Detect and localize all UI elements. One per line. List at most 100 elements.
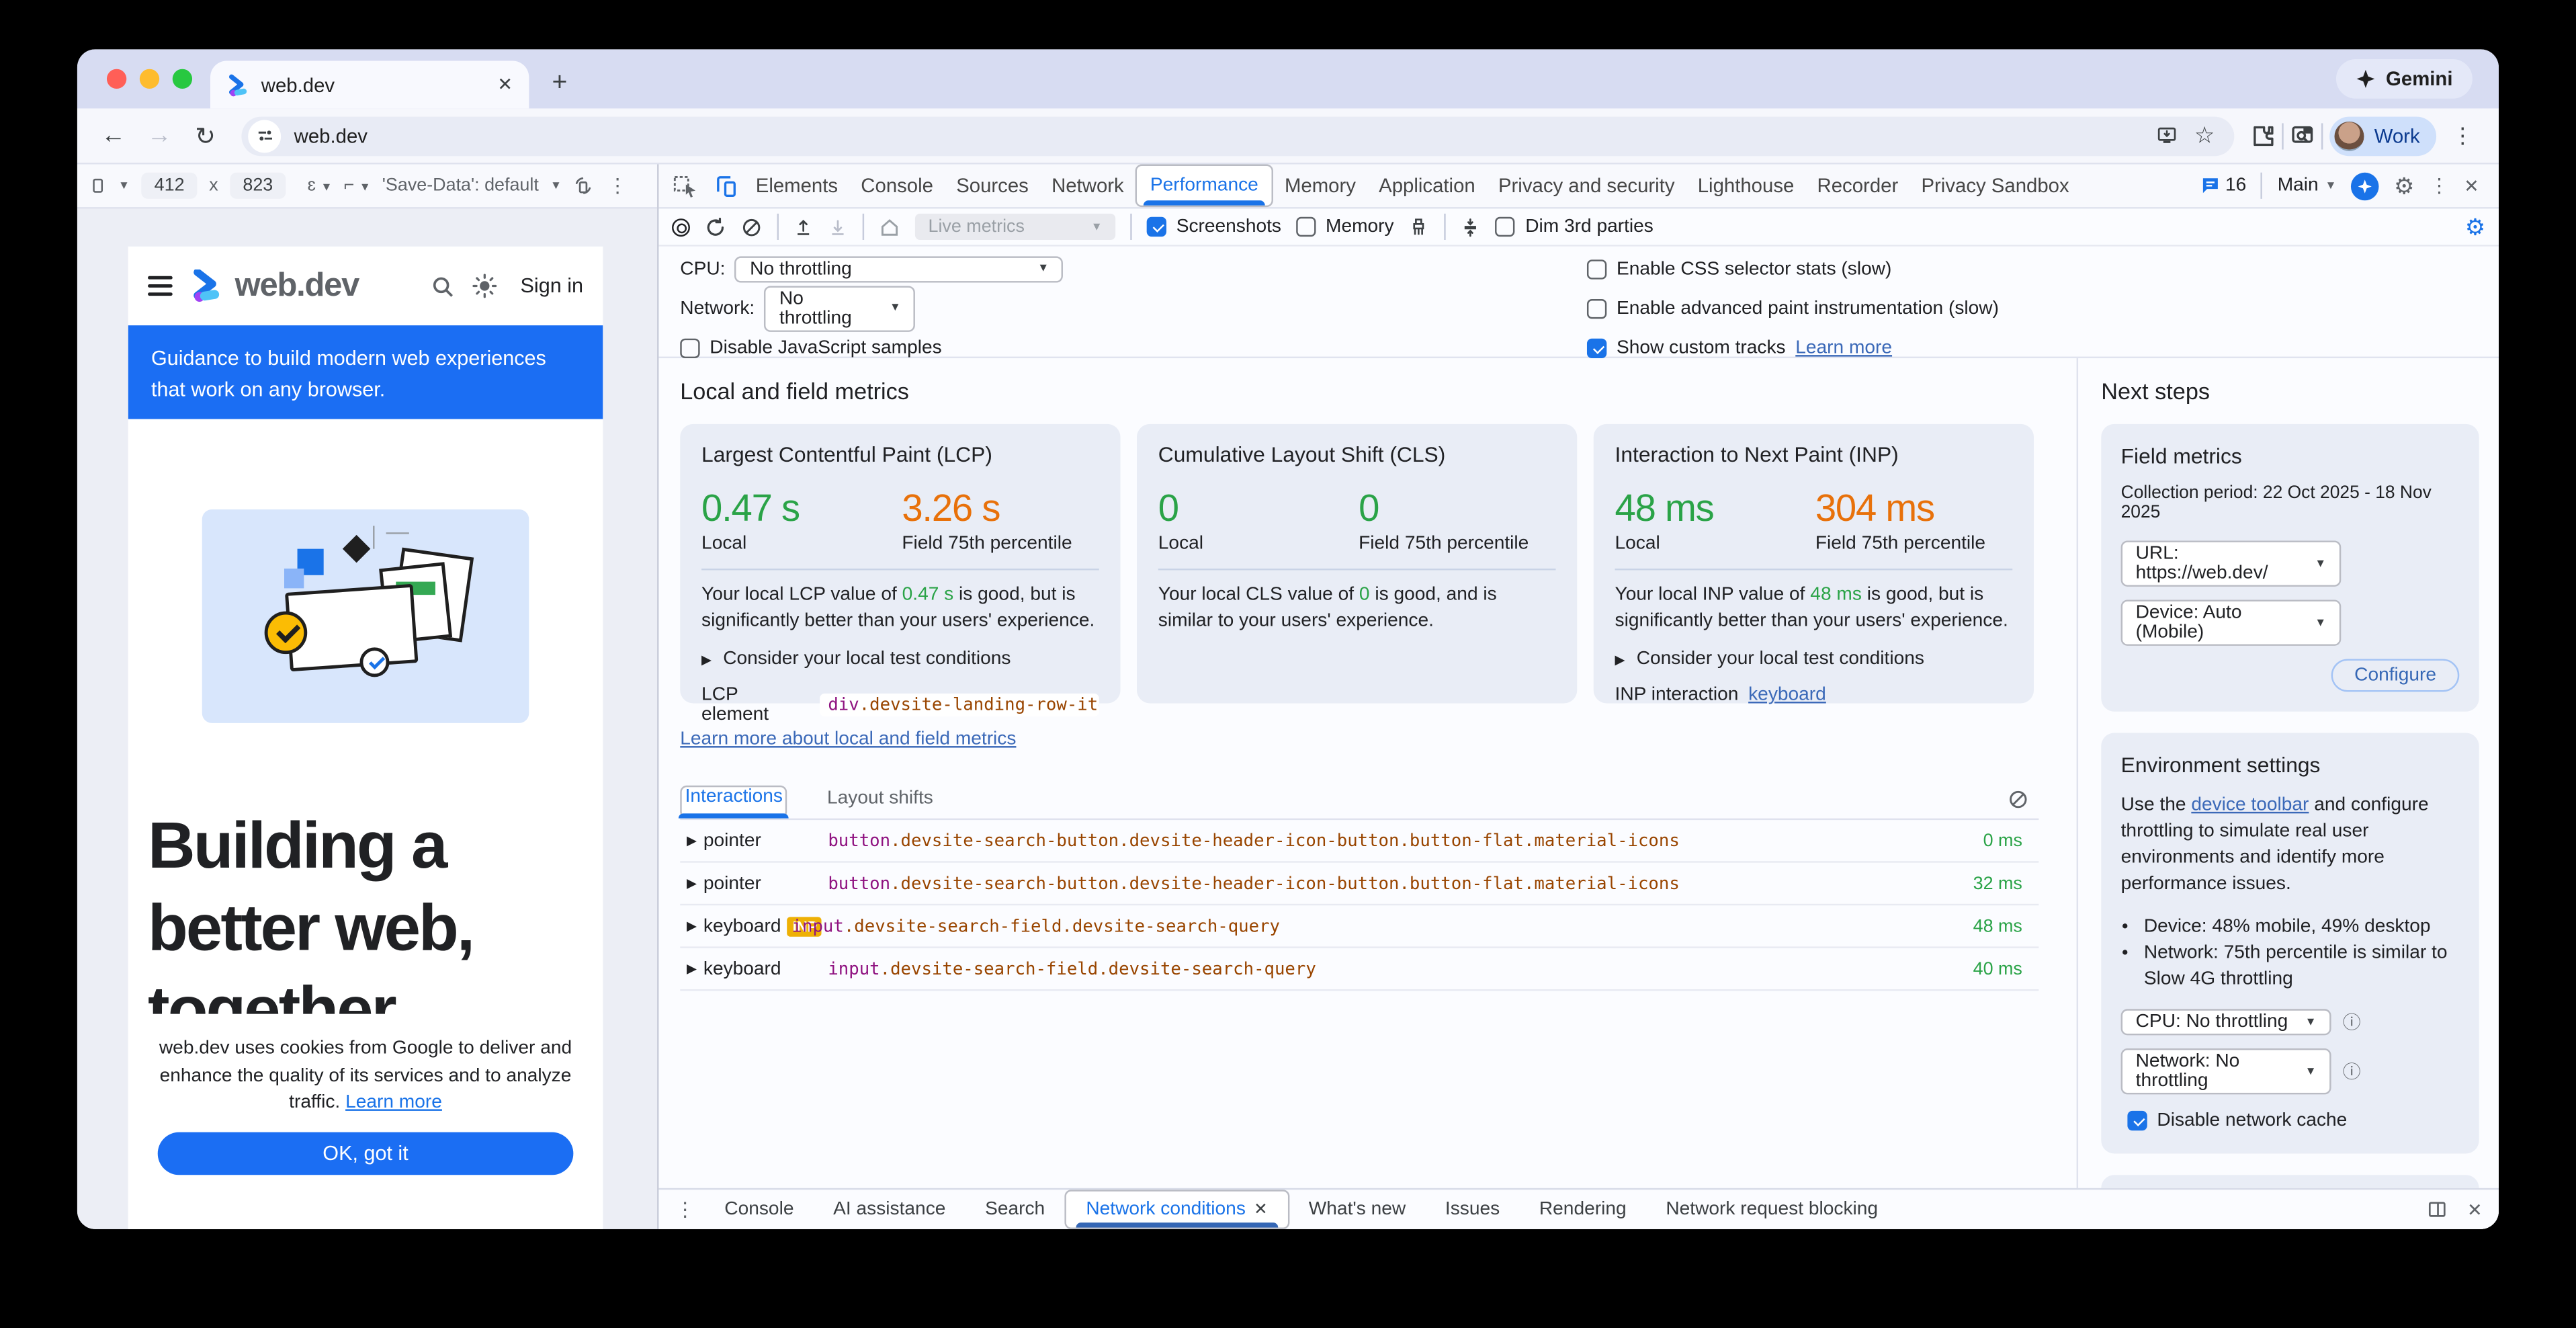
- devtools-tab-network[interactable]: Network: [1040, 165, 1135, 208]
- save-data-select[interactable]: 'Save-Data': default: [382, 176, 539, 196]
- reload-button[interactable]: ↻: [185, 116, 225, 155]
- lcp-test-conditions-expander[interactable]: ▶Consider your local test conditions: [701, 649, 1099, 669]
- drawer-tab-issues[interactable]: Issues: [1426, 1190, 1520, 1229]
- url-text[interactable]: web.dev: [294, 124, 2142, 147]
- download-profile-icon[interactable]: [828, 216, 847, 238]
- device-select-icon[interactable]: [90, 177, 106, 194]
- forward-button[interactable]: →: [140, 116, 179, 155]
- devtools-tab-memory[interactable]: Memory: [1273, 165, 1367, 208]
- device-toolbar-menu-icon[interactable]: ⋮: [607, 174, 627, 197]
- devtools-menu-icon[interactable]: ⋮: [2430, 174, 2449, 197]
- rotate-device-icon[interactable]: [573, 176, 593, 196]
- devtools-tab-elements[interactable]: Elements: [744, 165, 850, 208]
- lcp-element-chip[interactable]: div.devsite-landing-row-item-d…: [820, 694, 1099, 716]
- garbage-collect-icon[interactable]: [1409, 216, 1430, 238]
- screenshots-checkbox[interactable]: Screenshots: [1147, 217, 1281, 237]
- memory-checkbox[interactable]: Memory: [1296, 217, 1394, 237]
- drawer-tab-search[interactable]: Search: [965, 1190, 1065, 1229]
- browser-tab[interactable]: web.dev ✕: [210, 60, 529, 108]
- collapse-icon[interactable]: [1461, 216, 1481, 238]
- interaction-row[interactable]: ▶keyboard input.devsite-search-field.dev…: [680, 948, 2038, 991]
- inp-test-conditions-expander[interactable]: ▶Consider your local test conditions: [1615, 649, 2013, 669]
- gemini-devtools-icon[interactable]: [2351, 172, 2379, 200]
- zoom-select[interactable]: ɛ ▼: [308, 176, 333, 196]
- promo-banner[interactable]: Guidance to build modern web experiences…: [128, 325, 603, 419]
- cpu-throttling-select[interactable]: No throttling▼: [735, 255, 1064, 282]
- hamburger-menu-icon[interactable]: [148, 276, 173, 296]
- drawer-tab-rendering[interactable]: Rendering: [1520, 1190, 1646, 1229]
- gemini-button[interactable]: Gemini: [2337, 59, 2473, 99]
- close-tab-icon[interactable]: ✕: [1254, 1200, 1268, 1218]
- install-icon[interactable]: [2155, 125, 2178, 147]
- profile-button[interactable]: Work: [2330, 116, 2436, 155]
- disable-network-cache-checkbox[interactable]: Disable network cache: [2127, 1111, 2459, 1130]
- extensions-icon[interactable]: [2251, 123, 2276, 148]
- devtools-tab-lighthouse[interactable]: Lighthouse: [1686, 165, 1806, 208]
- zoom-window-button[interactable]: [173, 69, 192, 89]
- address-bar[interactable]: web.dev ☆: [241, 116, 2234, 155]
- disable-js-samples-checkbox[interactable]: Disable JavaScript samples: [680, 333, 1064, 362]
- devtools-tab-console[interactable]: Console: [849, 165, 945, 208]
- browser-menu-icon[interactable]: ⋮: [2443, 116, 2483, 155]
- field-url-select[interactable]: URL: https://web.dev/▼: [2121, 540, 2342, 586]
- custom-tracks-learn-more-link[interactable]: Learn more: [1795, 337, 1892, 357]
- theme-toggle-icon[interactable]: [471, 273, 497, 299]
- console-messages-button[interactable]: 16: [2199, 176, 2246, 196]
- back-button[interactable]: ←: [93, 116, 133, 155]
- tab-layout-shifts[interactable]: Layout shifts: [824, 789, 937, 819]
- devtools-settings-icon[interactable]: ⚙: [2394, 172, 2415, 200]
- dim-3rd-parties-checkbox[interactable]: Dim 3rd parties: [1496, 217, 1654, 237]
- cookie-learn-more-link[interactable]: Learn more: [345, 1093, 442, 1112]
- custom-tracks-checkbox[interactable]: Show custom tracks Learn more: [1587, 333, 1999, 362]
- drawer-tab-network-request-blocking[interactable]: Network request blocking: [1646, 1190, 1897, 1229]
- throttle-select[interactable]: ⌐ ▼: [344, 176, 371, 196]
- new-tab-button[interactable]: +: [552, 69, 568, 99]
- configure-button[interactable]: Configure: [2331, 659, 2459, 692]
- info-icon[interactable]: ⓘ: [2343, 1009, 2361, 1035]
- env-network-select[interactable]: Network: No throttling▼: [2121, 1048, 2331, 1094]
- drawer-tab-network-conditions[interactable]: Network conditions ✕: [1065, 1190, 1289, 1229]
- inspect-element-icon[interactable]: [665, 173, 705, 198]
- history-select[interactable]: Live metrics▼: [915, 214, 1115, 240]
- context-select[interactable]: Main▼: [2278, 176, 2337, 196]
- css-selector-stats-checkbox[interactable]: Enable CSS selector stats (slow): [1587, 255, 1999, 283]
- inp-interaction-link[interactable]: keyboard: [1748, 686, 1826, 705]
- devtools-tab-privacy-sandbox[interactable]: Privacy Sandbox: [1909, 165, 2080, 208]
- site-settings-icon[interactable]: [248, 119, 281, 152]
- devtools-tab-recorder[interactable]: Recorder: [1805, 165, 1909, 208]
- interaction-row[interactable]: ▶pointer button.devsite-search-button.de…: [680, 863, 2038, 906]
- chevron-down-icon[interactable]: ▼: [550, 180, 562, 192]
- device-toolbar-toggle-icon[interactable]: [705, 173, 744, 198]
- env-cpu-select[interactable]: CPU: No throttling▼: [2121, 1009, 2331, 1035]
- drawer-tab-ai-assistance[interactable]: AI assistance: [814, 1190, 965, 1229]
- metrics-learn-more-link[interactable]: Learn more about local and field metrics: [680, 730, 1016, 749]
- drawer-menu-icon[interactable]: ⋮: [675, 1198, 705, 1220]
- bookmark-star-icon[interactable]: ☆: [2194, 122, 2215, 150]
- record-icon[interactable]: [672, 218, 690, 236]
- field-device-select[interactable]: Device: Auto (Mobile)▼: [2121, 599, 2342, 645]
- devtools-tab-performance[interactable]: Performance: [1135, 165, 1273, 208]
- record-and-reload-icon[interactable]: [705, 216, 726, 238]
- devtools-tab-sources[interactable]: Sources: [945, 165, 1040, 208]
- tab-close-icon[interactable]: ✕: [497, 74, 513, 95]
- interaction-row[interactable]: ▶keyboardINP input.devsite-search-field.…: [680, 905, 2038, 948]
- search-tabs-icon[interactable]: [2290, 123, 2315, 148]
- chevron-down-icon[interactable]: ▼: [118, 180, 130, 192]
- dock-panel-icon[interactable]: [2426, 1200, 2448, 1219]
- sign-in-link[interactable]: Sign in: [521, 274, 583, 297]
- site-brand[interactable]: web.dev: [189, 267, 413, 304]
- interaction-row[interactable]: ▶pointer button.devsite-search-button.de…: [680, 820, 2038, 863]
- clear-icon[interactable]: [741, 216, 763, 238]
- minimize-window-button[interactable]: [140, 69, 159, 89]
- paint-instrumentation-checkbox[interactable]: Enable advanced paint instrumentation (s…: [1587, 294, 1999, 323]
- device-toolbar-link[interactable]: device toolbar: [2191, 795, 2309, 815]
- home-icon[interactable]: [879, 216, 900, 238]
- device-width-input[interactable]: 412: [141, 173, 198, 199]
- devtools-tab-privacy-security[interactable]: Privacy and security: [1487, 165, 1686, 208]
- devtools-close-icon[interactable]: ✕: [2464, 175, 2479, 196]
- clear-log-icon[interactable]: [2008, 789, 2029, 811]
- drawer-close-icon[interactable]: ✕: [2467, 1199, 2483, 1220]
- drawer-tab-whats-new[interactable]: What's new: [1289, 1190, 1425, 1229]
- info-icon[interactable]: ⓘ: [2343, 1059, 2361, 1085]
- close-window-button[interactable]: [107, 69, 126, 89]
